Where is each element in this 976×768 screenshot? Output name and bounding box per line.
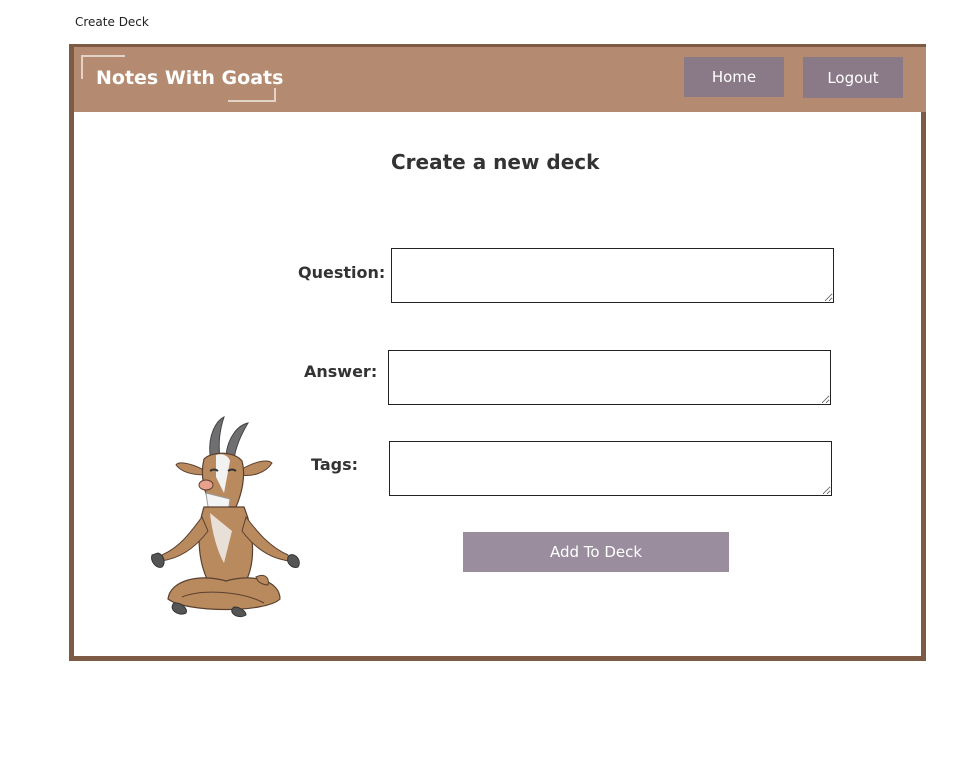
logo-corner-bottom-right: [228, 88, 276, 102]
meditating-goat-icon: [151, 416, 300, 618]
page-title: Create a new deck: [391, 150, 600, 174]
question-field[interactable]: [391, 248, 834, 303]
answer-field[interactable]: [388, 350, 831, 405]
question-label: Question:: [298, 263, 386, 282]
app-frame: Notes With Goats Home Logout Create a ne…: [69, 44, 926, 661]
tags-label: Tags:: [311, 455, 359, 474]
header-bar: Notes With Goats Home Logout: [74, 47, 926, 112]
add-to-deck-button[interactable]: Add To Deck: [463, 532, 729, 572]
logout-button[interactable]: Logout: [803, 57, 903, 98]
document-title: Create Deck: [75, 15, 149, 29]
brand-name: Notes With Goats: [96, 67, 284, 89]
answer-label: Answer:: [304, 362, 378, 381]
brand-logo[interactable]: Notes With Goats: [81, 55, 283, 102]
home-button[interactable]: Home: [684, 57, 784, 97]
tags-field[interactable]: [389, 441, 832, 496]
